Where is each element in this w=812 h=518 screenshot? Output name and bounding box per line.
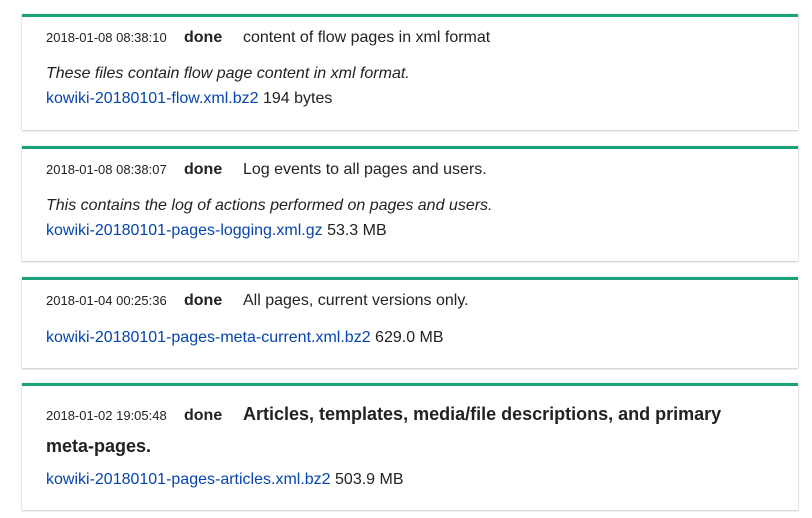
job-timestamp: 2018-01-04 00:25:36: [46, 293, 167, 308]
file-link[interactable]: kowiki-20180101-pages-meta-current.xml.b…: [46, 329, 371, 346]
job-header: 2018-01-02 19:05:48 done Articles, templat…: [46, 399, 774, 463]
job-header: 2018-01-08 08:38:10 done content of flow p…: [46, 28, 774, 48]
job-header: 2018-01-08 08:38:07 done Log events to all…: [46, 160, 774, 180]
dump-job-card: 2018-01-08 08:38:10 done content of flow p…: [22, 14, 798, 130]
job-file: kowiki-20180101-pages-meta-current.xml.b…: [46, 328, 774, 348]
job-header: 2018-01-04 00:25:36 done All pages, curren…: [46, 291, 774, 311]
job-file: kowiki-20180101-flow.xml.bz2 194 bytes: [46, 89, 774, 109]
job-timestamp: 2018-01-08 08:38:07: [46, 162, 167, 177]
job-title: Log events to all pages and users.: [243, 161, 487, 178]
dump-job-card: 2018-01-04 00:25:36 done All pages, curren…: [22, 277, 798, 368]
job-status: done: [184, 292, 223, 309]
file-size: 53.3 MB: [327, 222, 387, 239]
dump-job-card: 2018-01-08 08:38:07 done Log events to all…: [22, 146, 798, 261]
dump-job-card: 2018-01-02 19:05:48 done Articles, templat…: [22, 383, 798, 510]
file-size: 194 bytes: [263, 90, 333, 107]
job-file: kowiki-20180101-pages-articles.xml.bz2 5…: [46, 470, 774, 490]
file-size: 629.0 MB: [375, 329, 444, 346]
job-description: This contains the log of actions perform…: [46, 197, 493, 214]
job-file: kowiki-20180101-pages-logging.xml.gz 53.…: [46, 221, 774, 241]
file-link[interactable]: kowiki-20180101-pages-logging.xml.gz: [46, 222, 323, 239]
dump-job-list: 2018-01-08 08:38:10 done content of flow p…: [0, 0, 812, 518]
job-timestamp: 2018-01-08 08:38:10: [46, 30, 167, 45]
job-status: done: [184, 161, 223, 178]
file-link[interactable]: kowiki-20180101-pages-articles.xml.bz2: [46, 471, 331, 488]
job-status: done: [184, 29, 223, 46]
job-status: done: [184, 407, 223, 424]
job-title: content of flow pages in xml format: [243, 29, 491, 46]
file-size: 503.9 MB: [335, 471, 404, 488]
job-description: These files contain flow page content in…: [46, 65, 410, 82]
job-title: All pages, current versions only.: [243, 292, 469, 309]
file-link[interactable]: kowiki-20180101-flow.xml.bz2: [46, 90, 259, 107]
job-timestamp: 2018-01-02 19:05:48: [46, 408, 167, 423]
